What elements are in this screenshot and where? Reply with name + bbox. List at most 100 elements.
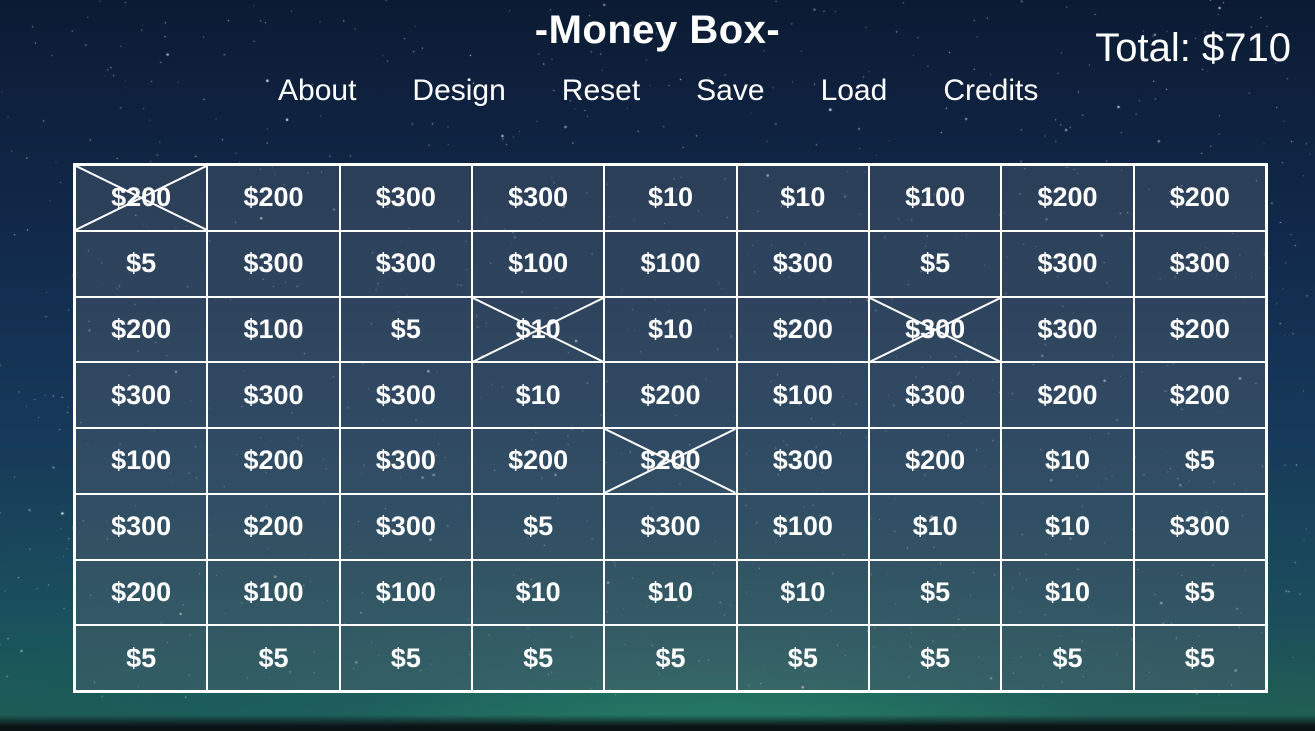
money-cell[interactable]: $5	[867, 558, 1003, 627]
money-cell[interactable]: $100	[603, 229, 738, 298]
money-cell-value: $300	[772, 248, 833, 279]
money-cell[interactable]: $10	[603, 164, 738, 232]
money-cell-value: $200	[1169, 379, 1230, 410]
money-cell[interactable]: $300	[735, 427, 870, 495]
nav-about-link[interactable]: About	[278, 74, 356, 108]
money-cell-value: $200	[1037, 379, 1098, 410]
money-cell-value: $300	[508, 182, 569, 213]
money-cell[interactable]: $5	[206, 624, 341, 692]
money-cell[interactable]: $100	[735, 492, 870, 561]
money-cell[interactable]: $300	[206, 361, 341, 429]
nav-credits-link[interactable]: Credits	[943, 74, 1038, 108]
nav-load-link[interactable]: Load	[821, 74, 888, 108]
money-cell[interactable]: $100	[735, 361, 870, 429]
money-cell-crossed[interactable]: $200	[603, 427, 738, 495]
money-cell-value: $200	[905, 445, 966, 476]
money-cell-value: $10	[647, 576, 694, 607]
money-cell[interactable]: $10	[603, 295, 738, 364]
money-cell[interactable]: $200	[867, 427, 1003, 495]
money-cell[interactable]: $10	[1000, 427, 1135, 495]
money-cell-value: $10	[647, 182, 694, 213]
money-cell[interactable]: $200	[74, 295, 209, 364]
money-cell[interactable]: $100	[470, 229, 606, 298]
money-cell[interactable]: $5	[867, 229, 1003, 298]
money-cell[interactable]: $300	[74, 492, 209, 561]
money-cell[interactable]: $5	[1132, 558, 1267, 627]
money-cell[interactable]: $200	[1132, 295, 1267, 364]
money-cell[interactable]: $10	[470, 361, 606, 429]
money-cell-value: $300	[243, 248, 304, 279]
money-cell-crossed[interactable]: $200	[74, 164, 209, 232]
money-cell[interactable]: $200	[470, 427, 606, 495]
money-cell-value: $200	[772, 313, 833, 344]
money-cell-value: $300	[1037, 248, 1098, 279]
money-cell[interactable]: $300	[338, 492, 473, 561]
money-cell[interactable]: $300	[74, 361, 209, 429]
money-cell[interactable]: $5	[1000, 624, 1135, 692]
money-cell-value: $100	[375, 576, 436, 607]
money-cell[interactable]: $200	[1132, 164, 1267, 232]
money-cell[interactable]: $5	[735, 624, 870, 692]
money-cell[interactable]: $100	[338, 558, 473, 627]
money-cell[interactable]: $300	[735, 229, 870, 298]
money-cell-value: $5	[787, 642, 818, 673]
money-cell[interactable]: $300	[1000, 229, 1135, 298]
money-cell[interactable]: $200	[1000, 164, 1135, 232]
money-cell[interactable]: $200	[206, 427, 341, 495]
money-cell[interactable]: $10	[735, 558, 870, 627]
money-cell[interactable]: $300	[338, 229, 473, 298]
money-cell[interactable]: $10	[735, 164, 870, 232]
money-cell[interactable]: $300	[603, 492, 738, 561]
money-cell-value: $100	[111, 445, 172, 476]
money-cell-crossed[interactable]: $10	[470, 295, 606, 364]
money-cell[interactable]: $5	[74, 229, 209, 298]
money-cell[interactable]: $100	[206, 558, 341, 627]
money-cell-value: $10	[515, 379, 561, 410]
money-cell[interactable]: $5	[603, 624, 738, 692]
money-cell[interactable]: $300	[1132, 229, 1267, 298]
money-cell[interactable]: $5	[1132, 624, 1267, 692]
money-cell[interactable]: $200	[735, 295, 870, 364]
money-cell[interactable]: $100	[74, 427, 209, 495]
money-cell-value: $10	[1044, 445, 1091, 476]
money-cell[interactable]: $300	[206, 229, 341, 298]
money-cell[interactable]: $5	[470, 492, 606, 561]
money-cell-value: $5	[523, 642, 554, 673]
money-cell[interactable]: $5	[338, 624, 473, 692]
money-cell[interactable]: $10	[1000, 492, 1135, 561]
money-cell[interactable]: $10	[867, 492, 1003, 561]
money-cell-value: $300	[375, 182, 436, 213]
money-cell-crossed[interactable]: $300	[867, 295, 1003, 364]
money-cell[interactable]: $5	[338, 295, 473, 364]
money-cell[interactable]: $100	[206, 295, 341, 364]
money-cell[interactable]: $5	[1132, 427, 1267, 495]
money-cell[interactable]: $200	[206, 492, 341, 561]
money-cell[interactable]: $200	[74, 558, 209, 627]
money-cell[interactable]: $200	[1132, 361, 1267, 429]
money-cell[interactable]: $100	[867, 164, 1003, 232]
money-cell[interactable]: $10	[1000, 558, 1135, 627]
money-cell[interactable]: $5	[867, 624, 1003, 692]
money-cell[interactable]: $300	[867, 361, 1003, 429]
money-cell-value: $300	[1169, 248, 1230, 279]
money-cell[interactable]: $300	[338, 164, 473, 232]
money-cell[interactable]: $300	[470, 164, 606, 232]
money-cell[interactable]: $300	[338, 427, 473, 495]
money-cell[interactable]: $300	[1132, 492, 1267, 561]
money-cell[interactable]: $200	[603, 361, 738, 429]
nav-save-link[interactable]: Save	[696, 74, 764, 108]
nav-reset-link[interactable]: Reset	[562, 74, 640, 108]
money-cell-value: $5	[126, 642, 157, 673]
money-cell[interactable]: $200	[206, 164, 341, 232]
money-box-grid: $200 $200 $300 $300 $10 $10 $100 $200 $200 $5 $300…	[73, 163, 1268, 693]
money-cell[interactable]: $200	[1000, 361, 1135, 429]
money-cell[interactable]: $10	[470, 558, 606, 627]
money-cell[interactable]: $300	[1000, 295, 1135, 364]
money-cell-value: $200	[111, 576, 172, 607]
money-cell[interactable]: $10	[603, 558, 738, 627]
money-cell[interactable]: $5	[74, 624, 209, 692]
nav-design-link[interactable]: Design	[412, 74, 505, 108]
money-cell-value: $100	[640, 248, 701, 279]
money-cell[interactable]: $300	[338, 361, 473, 429]
money-cell[interactable]: $5	[470, 624, 606, 692]
